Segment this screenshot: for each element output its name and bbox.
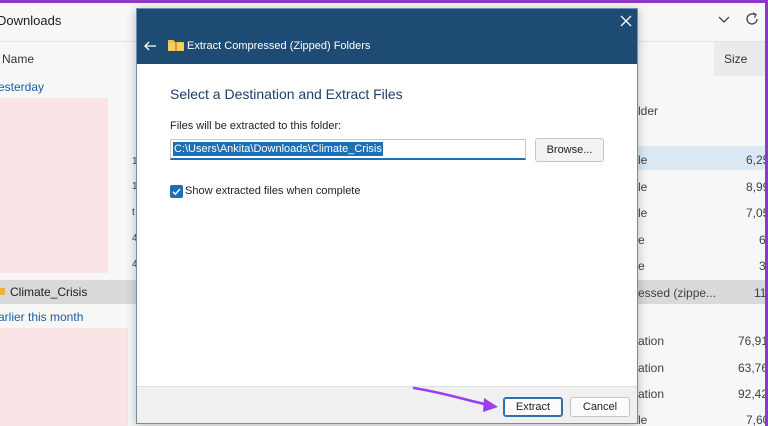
file-type: le	[638, 153, 648, 167]
file-size: 6	[759, 233, 766, 247]
file-size: 63,76	[738, 361, 768, 375]
file-size: 8,99	[746, 180, 768, 194]
show-files-checkbox[interactable]	[170, 185, 183, 198]
refresh-icon[interactable]	[744, 11, 760, 27]
redacted-region	[0, 328, 128, 426]
close-icon[interactable]	[619, 14, 633, 28]
file-type: ation	[638, 334, 665, 348]
file-type: lder	[638, 104, 659, 118]
file-size: 3	[759, 259, 766, 273]
column-size-header[interactable]: Size	[724, 52, 747, 66]
file-size: 7,05	[746, 206, 768, 220]
file-type: e	[638, 233, 645, 247]
show-files-label[interactable]: Show extracted files when complete	[185, 185, 360, 197]
file-size: 7,60	[746, 413, 768, 426]
destination-path-value[interactable]: C:\Users\Ankita\Downloads\Climate_Crisis	[173, 142, 383, 156]
dialog-title: Extract Compressed (Zipped) Folders	[187, 40, 371, 52]
checkmark-icon	[172, 188, 181, 196]
redacted-region	[0, 98, 108, 273]
extract-button[interactable]: Extract	[503, 397, 563, 417]
file-type: ation	[638, 387, 665, 401]
file-size: 11	[754, 286, 767, 300]
file-type: e	[638, 259, 645, 273]
zip-folder-icon	[0, 288, 5, 295]
file-size: 92,42	[738, 387, 768, 401]
file-type: le	[638, 180, 648, 194]
file-size: 76,91	[738, 334, 768, 348]
file-type: le	[638, 206, 648, 220]
destination-path-input[interactable]: C:\Users\Ankita\Downloads\Climate_Crisis	[170, 139, 526, 160]
file-type: le	[638, 413, 648, 426]
file-size: 6,25	[746, 153, 768, 167]
file-type: essed (zippe...	[638, 286, 717, 300]
group-header-yesterday[interactable]: esterday	[0, 80, 44, 94]
file-type: ation	[638, 361, 665, 375]
chevron-down-icon[interactable]	[716, 11, 732, 27]
annotation-arrow-icon	[412, 386, 498, 412]
zip-folder-icon	[168, 40, 184, 51]
dialog-titlebar: Extract Compressed (Zipped) Folders	[137, 9, 637, 64]
cancel-button[interactable]: Cancel	[570, 397, 630, 417]
column-name-header[interactable]: Name	[2, 52, 34, 66]
dialog-footer: Extract Cancel	[137, 386, 637, 423]
browse-button[interactable]: Browse...	[535, 138, 604, 162]
dialog-body: Select a Destination and Extract Files F…	[137, 64, 637, 386]
row-stub: t	[132, 207, 135, 218]
destination-label: Files will be extracted to this folder:	[170, 120, 342, 132]
extract-dialog: Extract Compressed (Zipped) Folders Sele…	[136, 8, 638, 424]
dialog-heading: Select a Destination and Extract Files	[170, 86, 403, 102]
explorer-location[interactable]: Downloads	[0, 13, 61, 28]
back-arrow-icon[interactable]	[143, 39, 157, 53]
group-header-earlier-this-month[interactable]: arlier this month	[0, 310, 83, 324]
file-name-climate-crisis[interactable]: Climate_Crisis	[10, 285, 87, 299]
screen: Downloads Name Size esterday 1 1 t 4 4 C…	[0, 0, 768, 426]
